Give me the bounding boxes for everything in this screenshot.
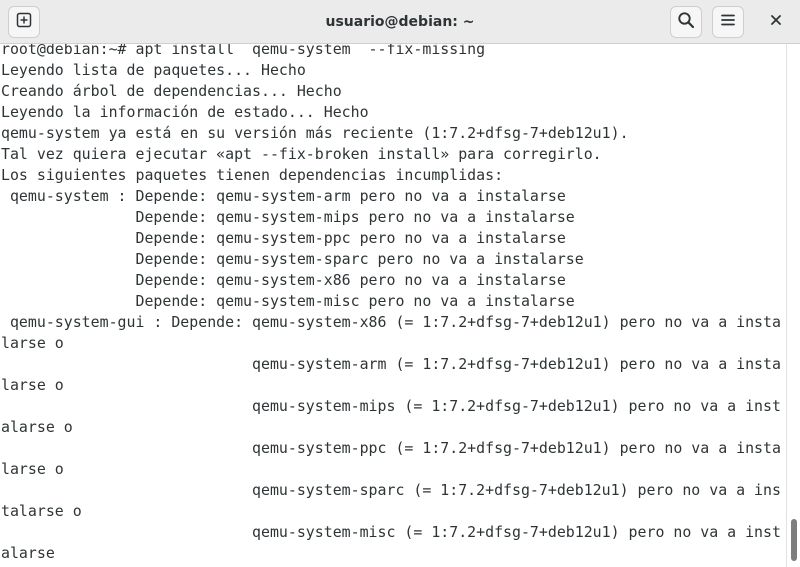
terminal-line: alarse o (1, 418, 73, 436)
terminal-line: Depende: qemu-system-ppc pero no va a in… (1, 229, 566, 247)
terminal-line: Depende: qemu-system-mips pero no va a i… (1, 208, 575, 226)
terminal-line: qemu-system-misc (= 1:7.2+dfsg-7+deb12u1… (1, 523, 781, 541)
terminal-line: larse o (1, 334, 64, 352)
terminal-line: Los siguientes paquetes tienen dependenc… (1, 166, 504, 184)
hamburger-menu-icon (720, 12, 736, 33)
search-button[interactable] (670, 6, 702, 38)
terminal-line: Depende: qemu-system-x86 pero no va a in… (1, 271, 566, 289)
terminal-line: larse o (1, 460, 64, 478)
terminal-line: talarse o (1, 502, 82, 520)
window-title: usuario@debian: ~ (325, 14, 475, 30)
close-button[interactable] (760, 6, 792, 38)
terminal-line: qemu-system : Depende: qemu-system-arm p… (1, 187, 566, 205)
terminal-line: Creando árbol de dependencias... Hecho (1, 82, 342, 100)
terminal-line: alarse (1, 544, 55, 562)
terminal-window: root@debian:~# apt install qemu-system -… (0, 0, 800, 567)
new-tab-button[interactable] (8, 6, 40, 38)
terminal-line: Leyendo lista de paquetes... Hecho (1, 61, 306, 79)
terminal-line: qemu-system-mips (= 1:7.2+dfsg-7+deb12u1… (1, 397, 781, 415)
terminal-line: Depende: qemu-system-misc pero no va a i… (1, 292, 575, 310)
headerbar: usuario@debian: ~ (0, 0, 800, 44)
new-tab-icon (16, 12, 32, 33)
terminal-line: qemu-system-sparc (= 1:7.2+dfsg-7+deb12u… (1, 481, 781, 499)
terminal-line: Depende: qemu-system-sparc pero no va a … (1, 250, 584, 268)
terminal-line: qemu-system-arm (= 1:7.2+dfsg-7+deb12u1)… (1, 355, 781, 373)
terminal-line: qemu-system-gui : Depende: qemu-system-x… (1, 313, 781, 331)
scrollbar-thumb[interactable] (791, 519, 797, 561)
menu-button[interactable] (712, 6, 744, 38)
terminal-line: Leyendo la información de estado... Hech… (1, 103, 369, 121)
terminal-line: Tal vez quiera ejecutar «apt --fix-broke… (1, 145, 602, 163)
close-icon (770, 13, 782, 31)
terminal-scrollbar[interactable] (786, 44, 800, 567)
terminal-output[interactable]: root@debian:~# apt install qemu-system -… (0, 39, 786, 567)
search-icon (677, 11, 695, 34)
terminal-line: qemu-system-ppc (= 1:7.2+dfsg-7+deb12u1)… (1, 439, 781, 457)
terminal-line: larse o (1, 376, 64, 394)
terminal-line: qemu-system ya está en su versión más re… (1, 124, 629, 142)
